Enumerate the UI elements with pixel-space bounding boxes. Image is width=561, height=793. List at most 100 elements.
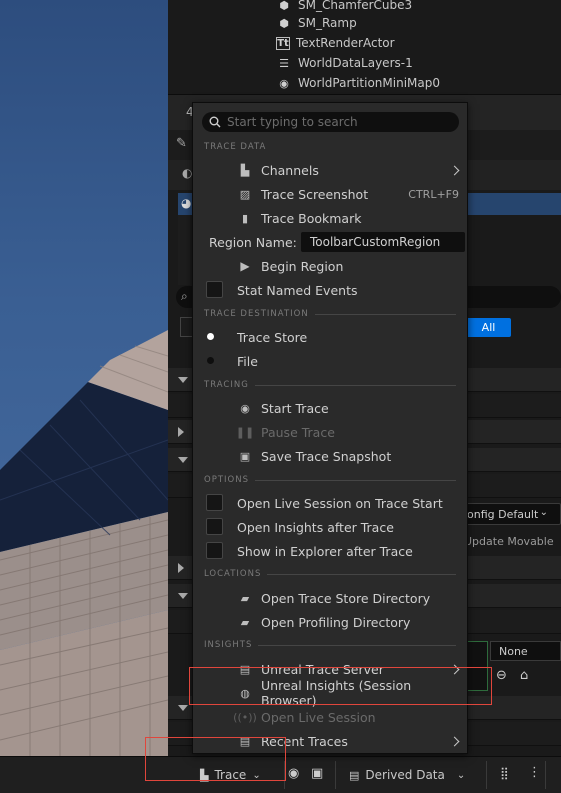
menu-item-open-live-session[interactable]: ((•)) Open Live Session xyxy=(193,705,467,729)
outliner-row[interactable]: ☰ WorldDataLayers-1 xyxy=(276,53,413,73)
open-insights-checkbox[interactable] xyxy=(206,518,223,535)
menu-item-label: Pause Trace xyxy=(261,424,335,440)
folder-open-icon: ▰ xyxy=(240,591,250,605)
text-render-icon: Tt xyxy=(276,36,290,50)
menu-item-open-profiling-directory[interactable]: ▰ Open Profiling Directory xyxy=(193,610,467,634)
menu-item-stat-named-events[interactable]: Stat Named Events xyxy=(193,278,467,302)
static-mesh-icon: ⬢ xyxy=(279,16,289,30)
chevron-down-icon: ⌄ xyxy=(456,769,466,781)
menu-item-channels[interactable]: ▙ Channels xyxy=(193,158,467,182)
open-live-session-checkbox[interactable] xyxy=(206,494,223,511)
menu-item-label: Open Trace Store Directory xyxy=(261,590,431,606)
menu-item-open-live-session-on-start[interactable]: Open Live Session on Trace Start xyxy=(193,491,467,515)
start-trace-icon: ◉ xyxy=(240,401,250,415)
config-default-label: onfig Default xyxy=(467,507,539,521)
pencil-icon[interactable]: ✎ xyxy=(176,136,187,151)
menu-item-label: Stat Named Events xyxy=(237,282,358,298)
menu-item-label: Save Trace Snapshot xyxy=(261,448,392,464)
submenu-arrow-icon xyxy=(449,664,460,674)
insights-icon: ◍ xyxy=(240,686,250,700)
outliner-row-label: SM_ChamferCube3 xyxy=(298,0,413,12)
status-bar: ▙ Trace ⌄ ◉ ▣ ▤ Derived Data ⌄ ⣿ ⋮ xyxy=(0,756,561,793)
menu-item-file[interactable]: File xyxy=(193,349,467,373)
file-radio[interactable] xyxy=(207,357,214,364)
submenu-arrow-icon xyxy=(449,736,460,746)
menu-item-label: Unreal Insights (Session Browser) xyxy=(261,678,412,708)
search-icon: ⌕ xyxy=(181,289,188,303)
search-placeholder: Start typing to search xyxy=(227,115,358,129)
region-name-row: Region Name: ToolbarCustomRegion xyxy=(193,230,467,254)
browse-icon[interactable]: ⌂ xyxy=(520,668,528,683)
menu-item-label: Trace Store xyxy=(237,329,308,345)
menu-item-label: Open Insights after Trace xyxy=(237,519,394,535)
collapse-arrow-icon xyxy=(178,705,188,711)
section-label: TRACE DATA xyxy=(204,142,267,152)
section-label: TRACING xyxy=(204,380,249,390)
live-session-icon: ((•)) xyxy=(233,710,257,724)
component-icon: ◕ xyxy=(181,196,192,210)
asset-thumbnail[interactable] xyxy=(466,641,488,691)
menu-search-input[interactable]: Start typing to search xyxy=(202,112,459,132)
divider xyxy=(335,761,336,789)
record-icon[interactable]: ◉ xyxy=(288,766,299,781)
menu-item-pause-trace[interactable]: ❚❚ Pause Trace xyxy=(193,420,467,444)
menu-item-unreal-insights-session-browser[interactable]: ◍ Unreal Insights (Session Browser) xyxy=(193,678,467,708)
section-tracing: TRACING xyxy=(204,378,456,392)
viewport-scene xyxy=(0,330,168,756)
trace-menu: Start typing to search TRACE DATA ▙ Chan… xyxy=(192,102,468,754)
region-name-label: Region Name: xyxy=(209,234,297,250)
menu-item-trace-bookmark[interactable]: ▮ Trace Bookmark xyxy=(193,206,467,230)
collapse-arrow-icon xyxy=(178,593,188,599)
derived-data-label: Derived Data xyxy=(365,768,445,782)
outliner-row-label: TextRenderActor xyxy=(296,36,395,50)
filter-all-label: All xyxy=(481,321,496,334)
menu-item-trace-screenshot[interactable]: ▨ Trace Screenshot CTRL+F9 xyxy=(193,182,467,206)
menu-item-start-trace[interactable]: ◉ Start Trace xyxy=(193,396,467,420)
menu-item-label: Begin Region xyxy=(261,258,344,274)
trace-store-radio[interactable] xyxy=(207,333,214,340)
config-default-dropdown[interactable]: onfig Default ⌄ xyxy=(464,503,561,525)
stat-named-events-checkbox[interactable] xyxy=(206,281,223,298)
none-dropdown[interactable]: None xyxy=(490,641,561,661)
divider xyxy=(486,761,487,789)
outliner-row[interactable]: ⬢ SM_Ramp xyxy=(276,13,357,33)
section-label: INSIGHTS xyxy=(204,640,253,650)
menu-item-trace-store[interactable]: Trace Store xyxy=(193,325,467,349)
outliner-row-label: WorldPartitionMiniMap0 xyxy=(298,76,440,90)
trace-button[interactable]: ▙ Trace ⌄ xyxy=(200,763,261,787)
grid-icon[interactable]: ⣿ xyxy=(500,766,509,780)
menu-item-open-insights-after-trace[interactable]: Open Insights after Trace xyxy=(193,515,467,539)
outliner-row[interactable]: Tt TextRenderActor xyxy=(276,33,395,53)
region-name-input[interactable]: ToolbarCustomRegion xyxy=(301,232,465,252)
outliner-row[interactable]: ◉ WorldPartitionMiniMap0 xyxy=(276,73,440,93)
filter-all-button[interactable]: All xyxy=(466,318,511,337)
chevron-down-icon: ⌄ xyxy=(539,507,548,518)
more-options-icon[interactable]: ⋮ xyxy=(528,765,541,780)
screenshot-icon: ▨ xyxy=(239,187,251,201)
bookmark-icon: ▮ xyxy=(241,211,249,225)
menu-item-label: Open Live Session xyxy=(261,709,376,725)
section-trace-data: TRACE DATA xyxy=(204,140,456,154)
derived-data-button[interactable]: ▤ Derived Data ⌄ xyxy=(349,763,465,787)
search-icon xyxy=(209,116,221,128)
static-mesh-icon: ⬢ xyxy=(279,0,289,12)
divider xyxy=(545,761,546,789)
mobility-dropdown[interactable]: Update Movable xyxy=(464,531,561,551)
show-in-explorer-checkbox[interactable] xyxy=(206,542,223,559)
menu-item-label: Trace Screenshot xyxy=(261,186,369,202)
menu-item-label: Start Trace xyxy=(261,400,329,416)
menu-item-show-in-explorer[interactable]: Show in Explorer after Trace xyxy=(193,539,467,563)
level-viewport[interactable] xyxy=(0,0,168,756)
menu-item-begin-region[interactable]: ▶ Begin Region xyxy=(193,254,467,278)
collapse-arrow-icon xyxy=(178,377,188,383)
derived-data-icon: ▤ xyxy=(349,768,360,782)
menu-item-open-trace-store-directory[interactable]: ▰ Open Trace Store Directory xyxy=(193,586,467,610)
layers-icon: ☰ xyxy=(279,56,289,70)
menu-item-recent-traces[interactable]: ▤ Recent Traces xyxy=(193,729,467,753)
use-selected-icon[interactable]: ⊖ xyxy=(496,668,507,683)
section-label: TRACE DESTINATION xyxy=(204,309,309,319)
outliner-row-label: WorldDataLayers-1 xyxy=(298,56,413,70)
menu-item-save-trace-snapshot[interactable]: ▣ Save Trace Snapshot xyxy=(193,444,467,468)
submenu-arrow-icon xyxy=(449,165,460,175)
screenshot-icon[interactable]: ▣ xyxy=(311,766,323,781)
